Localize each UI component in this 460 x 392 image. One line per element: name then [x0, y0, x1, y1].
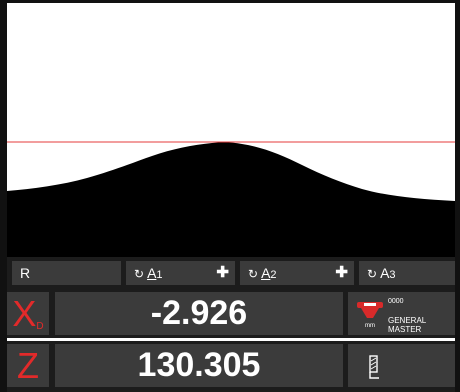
tool-name: GENERAL MASTER: [388, 316, 426, 334]
a1-field[interactable]: ↻ A1 ✚: [126, 261, 235, 285]
rotate-icon: ↻: [248, 267, 259, 281]
profile-silhouette: [7, 3, 455, 257]
a1-letter: A: [147, 265, 157, 281]
camera-view: [7, 3, 455, 257]
a3-index: 3: [389, 269, 396, 281]
status-bar: R ↻ A1 ✚ ↻ A2 ✚ ↻ A3: [7, 257, 455, 289]
rotate-icon: ↻: [134, 267, 145, 281]
rotate-icon: ↻: [367, 267, 378, 281]
x-readout-row: XD -2.926 0000 GENERAL MASTER mm: [7, 289, 455, 338]
tool-icon: [357, 302, 383, 318]
x-axis-subscript: D: [36, 321, 44, 332]
tool-number: 0000: [388, 298, 404, 305]
a2-letter: A: [261, 265, 271, 281]
x-axis-letter: X: [12, 293, 37, 334]
x-axis-label: XD: [7, 292, 49, 335]
left-border: [0, 0, 7, 392]
radius-label: R: [20, 265, 31, 281]
z-axis-label: Z: [7, 344, 49, 387]
plus-icon[interactable]: ✚: [216, 261, 229, 285]
plus-icon[interactable]: ✚: [335, 261, 348, 285]
tool-selector[interactable]: 0000 GENERAL MASTER mm: [348, 292, 455, 335]
x-value: -2.926: [55, 292, 343, 335]
right-border: [455, 0, 460, 392]
screen-root: R ↻ A1 ✚ ↻ A2 ✚ ↻ A3 XD -2.926 0000 GENERAL…: [0, 0, 460, 392]
a3-letter: A: [380, 265, 390, 281]
a1-index: 1: [156, 269, 163, 281]
a2-field[interactable]: ↻ A2 ✚: [240, 261, 354, 285]
radius-field[interactable]: R: [12, 261, 121, 285]
z-axis-letter: Z: [17, 345, 39, 386]
probe-selector[interactable]: [348, 344, 455, 387]
unit-label: mm: [365, 323, 375, 329]
probe-icon: [369, 355, 379, 379]
z-readout-row: Z 130.305: [7, 341, 455, 392]
z-value: 130.305: [55, 344, 343, 387]
a2-index: 2: [270, 269, 277, 281]
a3-field[interactable]: ↻ A3: [359, 261, 455, 285]
